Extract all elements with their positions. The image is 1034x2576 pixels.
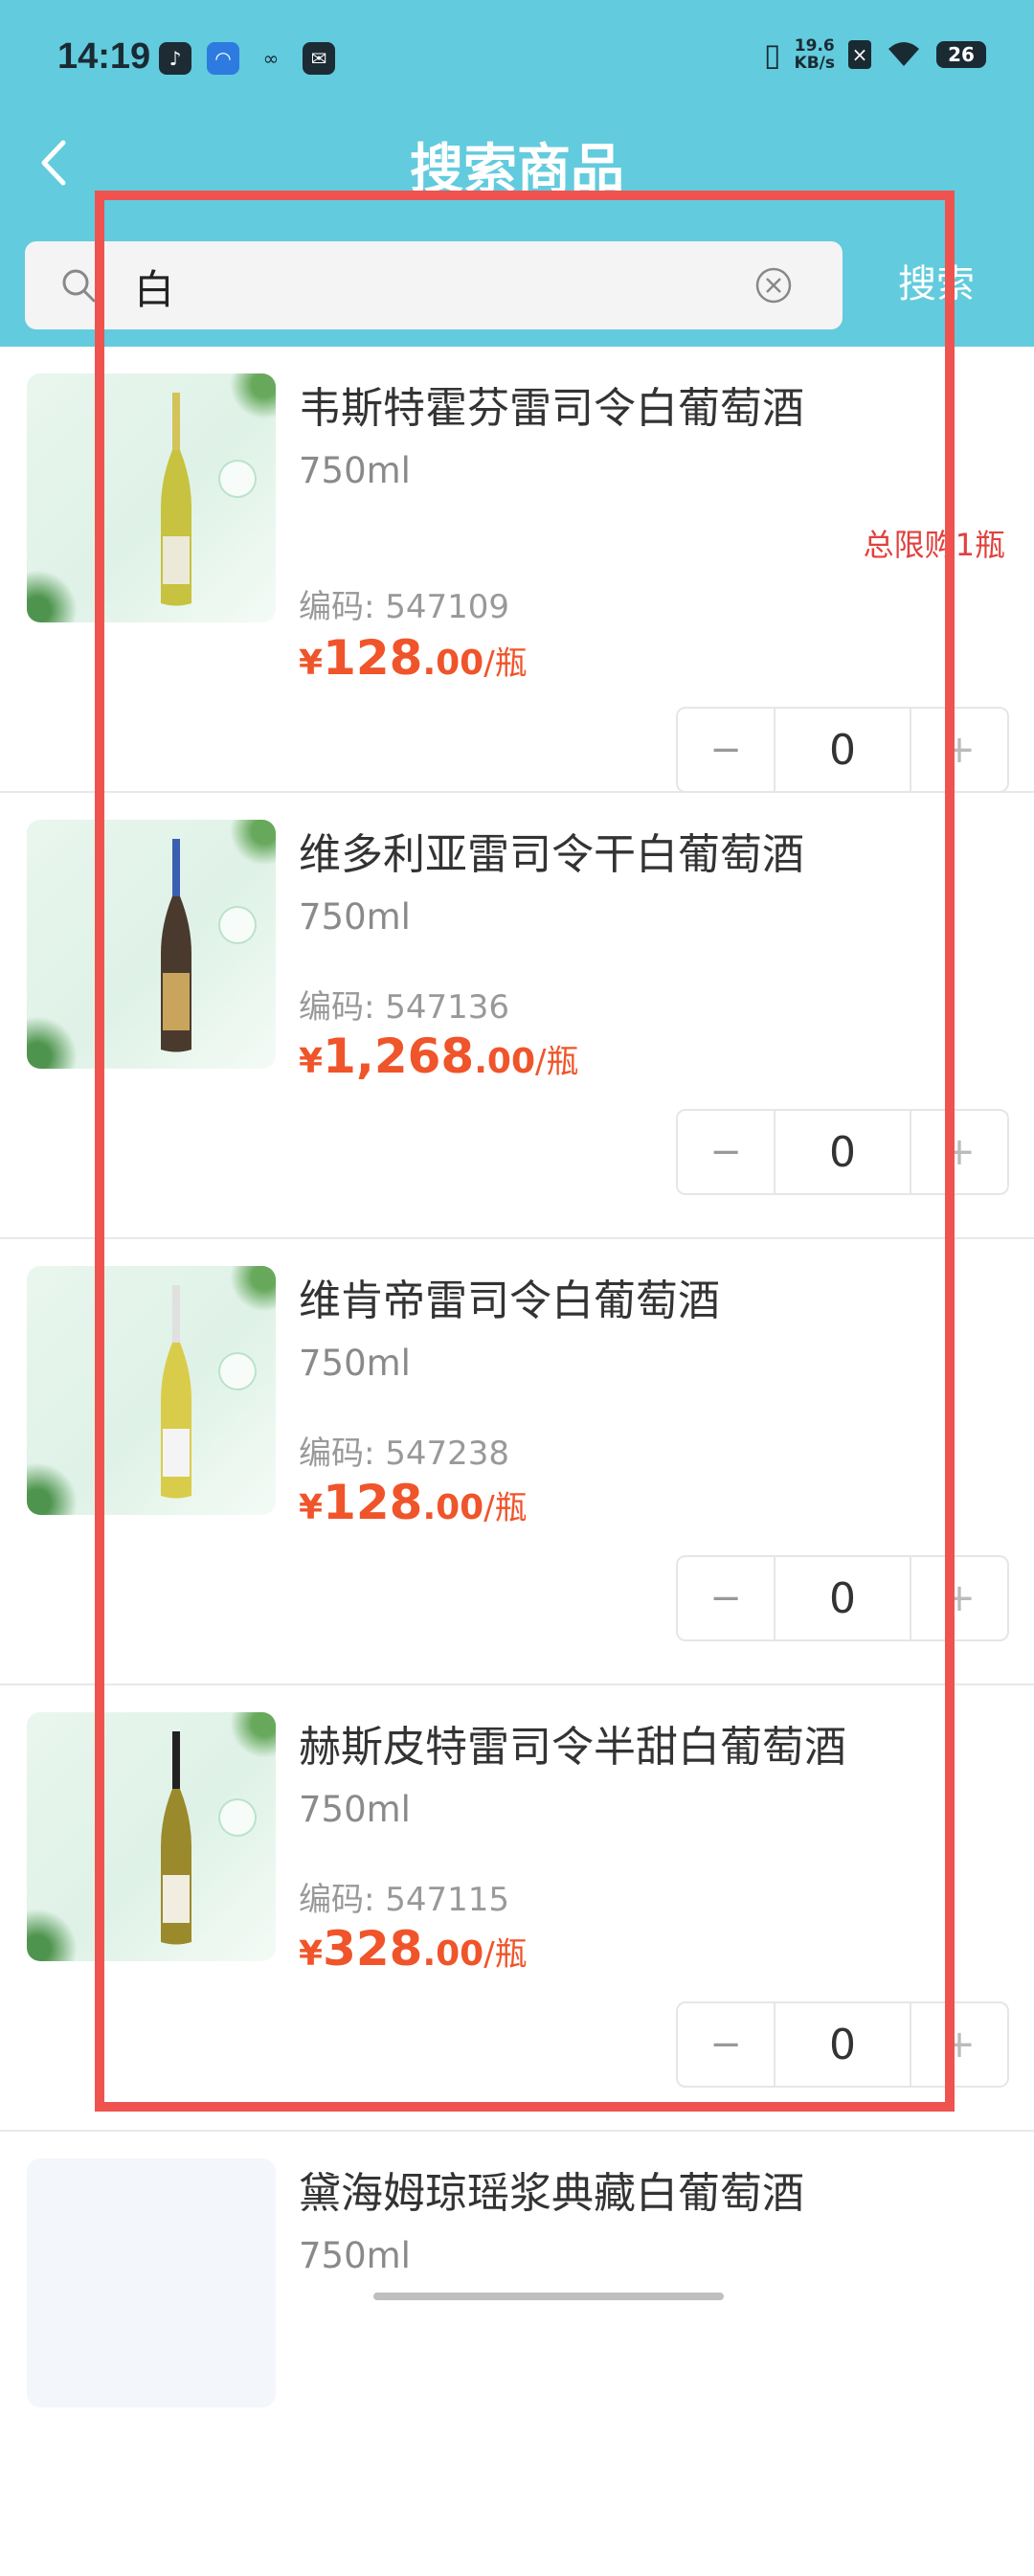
product-item[interactable]: 黛海姆琼瑶浆典藏白葡萄酒 750ml — [0, 2132, 1034, 2576]
wine-bottle-icon — [161, 393, 191, 606]
link-icon: ∞ — [262, 47, 280, 70]
purchase-limit: 总限购1瓶 — [863, 527, 1005, 563]
product-name[interactable]: 维肯帝雷司令白葡萄酒 — [299, 1266, 720, 1327]
price-decimal: .00 — [422, 1934, 484, 1974]
product-list: 韦斯特霍芬雷司令白葡萄酒 750ml 总限购1瓶 编码: 547109 ¥128… — [0, 347, 1034, 2576]
product-image — [27, 2158, 276, 2407]
product-code: 编码: 547238 — [299, 1435, 510, 1473]
quantity-stepper: − 0 + — [676, 707, 1009, 793]
product-item[interactable]: 维多利亚雷司令干白葡萄酒 750ml 编码: 547136 ¥1,268.00/… — [0, 793, 1034, 1239]
mail-icon: ✉ — [303, 42, 335, 75]
price-decimal: .00 — [422, 1488, 484, 1527]
price-currency: ¥ — [299, 1488, 324, 1527]
increase-button[interactable]: + — [911, 1111, 1007, 1193]
product-spec: 750ml — [299, 1789, 411, 1830]
price-unit: /瓶 — [483, 1935, 528, 1974]
decrease-button[interactable]: − — [678, 1557, 774, 1639]
scroll-indicator — [373, 2293, 724, 2300]
quantity-value[interactable]: 0 — [774, 1557, 911, 1639]
search-button[interactable]: 搜索 — [898, 253, 975, 308]
quantity-value[interactable]: 0 — [774, 2003, 911, 2086]
clear-icon[interactable] — [754, 266, 793, 305]
wine-bottle-icon — [161, 839, 191, 1052]
price-currency: ¥ — [299, 1934, 324, 1974]
quantity-stepper: − 0 + — [676, 1555, 1009, 1641]
product-name[interactable]: 韦斯特霍芬雷司令白葡萄酒 — [299, 373, 804, 435]
price-unit: /瓶 — [483, 644, 528, 683]
product-image — [27, 373, 276, 622]
quantity-value[interactable]: 0 — [774, 709, 911, 791]
price-currency: ¥ — [299, 1042, 324, 1081]
status-time: 14:19 — [57, 36, 151, 77]
product-code: 编码: 547109 — [299, 588, 510, 626]
search-input[interactable] — [132, 259, 758, 314]
increase-button[interactable]: + — [911, 709, 1007, 791]
vibrate-icon: ▯ — [763, 36, 781, 73]
price-unit: /瓶 — [483, 1489, 528, 1527]
increase-button[interactable]: + — [911, 1557, 1007, 1639]
search-icon — [62, 269, 96, 303]
product-item[interactable]: 赫斯皮特雷司令半甜白葡萄酒 750ml 编码: 547115 ¥328.00/瓶… — [0, 1685, 1034, 2132]
search-box[interactable] — [25, 241, 843, 329]
price-decimal: .00 — [474, 1042, 535, 1081]
price-decimal: .00 — [422, 644, 484, 683]
product-spec: 750ml — [299, 896, 411, 938]
page-title: 搜索商品 — [410, 139, 624, 201]
status-right: ▯ 19.6 KB/s × 26 — [764, 36, 986, 73]
price-integer: 128 — [323, 630, 423, 686]
increase-button[interactable]: + — [911, 2003, 1007, 2086]
quantity-stepper: − 0 + — [676, 2001, 1009, 2088]
quantity-stepper: − 0 + — [676, 1109, 1009, 1195]
product-name[interactable]: 黛海姆琼瑶浆典藏白葡萄酒 — [299, 2158, 804, 2220]
wine-bottle-icon — [161, 1285, 191, 1499]
product-price: ¥1,268.00/瓶 — [299, 1028, 578, 1084]
product-spec: 750ml — [299, 2235, 411, 2276]
product-price: ¥128.00/瓶 — [299, 1475, 528, 1530]
sim-x-icon: × — [848, 40, 871, 69]
decrease-button[interactable]: − — [678, 2003, 774, 2086]
net-speed-value: 19.6 — [794, 36, 835, 56]
product-image — [27, 1712, 276, 1961]
decrease-button[interactable]: − — [678, 709, 774, 791]
price-unit: /瓶 — [535, 1043, 579, 1081]
price-integer: 1,268 — [323, 1028, 475, 1084]
tiktok-icon: ♪ — [159, 42, 191, 75]
product-image — [27, 1266, 276, 1515]
product-price: ¥128.00/瓶 — [299, 630, 528, 686]
app-icon: ◠ — [207, 42, 239, 75]
price-integer: 128 — [323, 1475, 423, 1530]
wifi-icon — [888, 42, 919, 66]
product-spec: 750ml — [299, 1343, 411, 1384]
product-name[interactable]: 维多利亚雷司令干白葡萄酒 — [299, 820, 804, 881]
product-price: ¥328.00/瓶 — [299, 1921, 528, 1977]
quantity-value[interactable]: 0 — [774, 1111, 911, 1193]
net-speed: 19.6 KB/s — [795, 37, 835, 72]
product-code: 编码: 547136 — [299, 988, 510, 1027]
decrease-button[interactable]: − — [678, 1111, 774, 1193]
product-item[interactable]: 维肯帝雷司令白葡萄酒 750ml 编码: 547238 ¥128.00/瓶 − … — [0, 1239, 1034, 1685]
net-speed-unit: KB/s — [794, 54, 835, 73]
product-image — [27, 820, 276, 1069]
status-bar: 14:19 ♪ ◠ ∞ ✉ ▯ 19.6 KB/s × 26 — [0, 0, 1034, 124]
battery-indicator: 26 — [936, 41, 986, 68]
price-currency: ¥ — [299, 644, 324, 683]
wine-bottle-icon — [161, 1731, 191, 1945]
product-spec: 750ml — [299, 450, 411, 491]
product-code: 编码: 547115 — [299, 1881, 510, 1919]
product-name[interactable]: 赫斯皮特雷司令半甜白葡萄酒 — [299, 1712, 846, 1774]
price-integer: 328 — [323, 1921, 423, 1977]
app-header: 14:19 ♪ ◠ ∞ ✉ ▯ 19.6 KB/s × 26 搜索商品 白 搜索 — [0, 0, 1034, 347]
notification-icons: ♪ ◠ ∞ ✉ — [159, 42, 335, 75]
product-item[interactable]: 韦斯特霍芬雷司令白葡萄酒 750ml 总限购1瓶 编码: 547109 ¥128… — [0, 347, 1034, 793]
